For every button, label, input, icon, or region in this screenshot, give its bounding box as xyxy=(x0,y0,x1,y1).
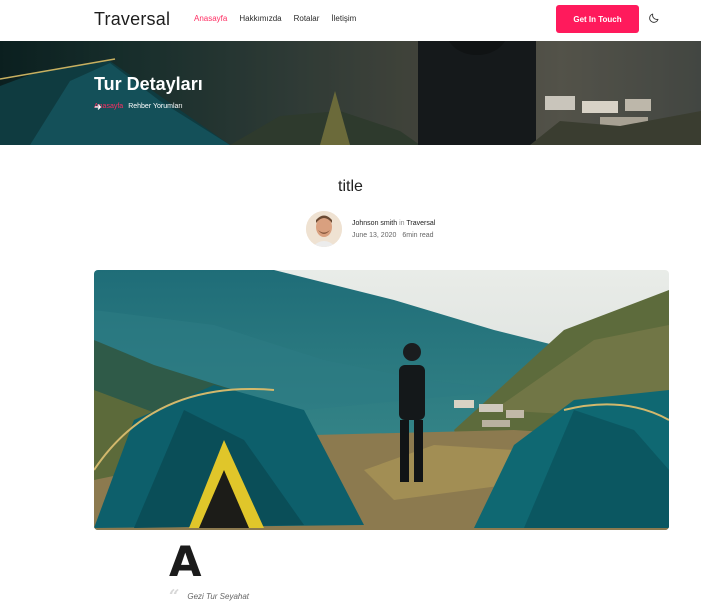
author-meta: Johnson smith in Traversal June 13, 2020… xyxy=(352,220,435,239)
moon-icon[interactable] xyxy=(648,12,660,24)
get-in-touch-button[interactable]: Get In Touch xyxy=(556,5,639,33)
post-title: title xyxy=(338,178,363,195)
nav-item-hakkimizda[interactable]: Hakkımızda xyxy=(239,14,281,23)
main-nav: Anasayfa Hakkımızda Rotalar İletişim xyxy=(194,14,356,23)
avatar[interactable] xyxy=(306,211,342,247)
brand-logo[interactable]: Traversal xyxy=(94,9,170,30)
post-date: June 13, 2020 xyxy=(352,231,397,239)
page-banner: Tur Detayları Anasayfa Rehber Yorumları xyxy=(0,41,701,145)
author-name[interactable]: Johnson smith xyxy=(352,220,397,227)
site-header: Traversal Anasayfa Hakkımızda Rotalar İl… xyxy=(0,0,701,41)
page-title: Tur Detayları xyxy=(94,74,203,94)
quote-text: Gezi Tur Seyahat xyxy=(187,592,250,601)
camping-landscape-image xyxy=(94,270,669,530)
quote-block: “ Gezi Tur Seyahat xyxy=(169,585,250,603)
publication-name[interactable]: Traversal xyxy=(406,220,435,227)
quote-icon: “ xyxy=(169,585,180,603)
author-block: Johnson smith in Traversal June 13, 2020… xyxy=(306,211,435,247)
drop-cap-letter: A xyxy=(169,537,202,586)
post-hero-image xyxy=(94,270,669,530)
nav-item-rotalar[interactable]: Rotalar xyxy=(294,14,320,23)
author-in-word: in xyxy=(399,219,405,227)
nav-item-iletisim[interactable]: İletişim xyxy=(331,14,356,23)
breadcrumb: Anasayfa Rehber Yorumları xyxy=(94,103,183,110)
nav-item-anasayfa[interactable]: Anasayfa xyxy=(194,14,227,23)
arrow-right-icon xyxy=(94,104,102,110)
breadcrumb-current: Rehber Yorumları xyxy=(128,103,183,110)
read-time: 6min read xyxy=(402,231,434,239)
